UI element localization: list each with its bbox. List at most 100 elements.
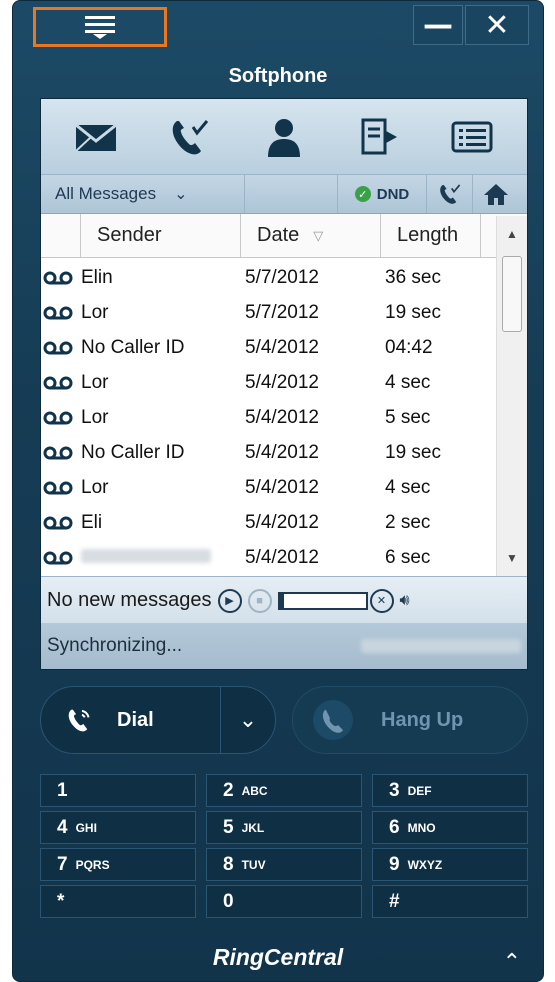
voicemail-icon: [41, 481, 81, 495]
column-header-date[interactable]: Date ▽: [241, 214, 381, 257]
keypad-key-9[interactable]: 9 WXYZ: [372, 848, 528, 881]
sync-status-text: Synchronizing...: [47, 635, 183, 656]
redacted-sender: [81, 548, 211, 563]
column-header-sender[interactable]: Sender: [81, 214, 241, 257]
main-menu-button[interactable]: [33, 7, 167, 47]
table-row[interactable]: Eli 5/4/2012 2 sec: [41, 505, 496, 540]
key-digit: 0: [223, 890, 234, 912]
keypad-key-5[interactable]: 5 JKL: [206, 811, 362, 844]
row-length: 36 sec: [385, 266, 441, 288]
key-digit: 5: [223, 816, 234, 838]
dial-options-button[interactable]: ⌄: [221, 687, 275, 753]
dnd-toggle[interactable]: ✓ DND: [337, 175, 427, 213]
row-length: 4 sec: [385, 371, 431, 393]
key-digit: 7: [57, 853, 68, 875]
forward-tool-button[interactable]: [350, 109, 406, 165]
table-row[interactable]: No Caller ID 5/4/2012 19 sec: [41, 435, 496, 470]
table-row[interactable]: No Caller ID 5/4/2012 04:42: [41, 330, 496, 365]
play-icon[interactable]: ▶: [217, 588, 242, 613]
keypad-key-4[interactable]: 4 GHI: [40, 811, 196, 844]
keypad-key-7[interactable]: 7 PQRS: [40, 848, 196, 881]
row-date: 5/4/2012: [245, 406, 319, 428]
key-digit: 8: [223, 853, 234, 875]
row-length: 6 sec: [385, 546, 431, 568]
row-sender: Elin: [81, 266, 113, 288]
row-sender: No Caller ID: [81, 441, 185, 463]
key-digit: 6: [389, 816, 400, 838]
row-sender: [81, 547, 241, 569]
voicemail-player: No new messages ▶ ■ ✕ 🔊︎: [41, 576, 527, 624]
scroll-up-icon[interactable]: ▲: [497, 220, 527, 248]
row-date: 5/4/2012: [245, 371, 319, 393]
call-log-tool-button[interactable]: [162, 109, 218, 165]
list-icon: [451, 121, 493, 152]
stop-icon[interactable]: ■: [247, 588, 272, 613]
row-date: 5/4/2012: [245, 336, 319, 358]
scroll-thumb[interactable]: [502, 256, 522, 332]
vertical-scrollbar[interactable]: ▲ ▼: [496, 216, 527, 576]
voicemail-icon: [41, 341, 81, 355]
keypad-key-star[interactable]: *: [40, 885, 196, 918]
minimize-icon: —: [423, 7, 453, 43]
row-length: 5 sec: [385, 406, 431, 428]
window-title: Softphone: [228, 65, 328, 87]
key-letters: GHI: [75, 820, 97, 835]
list-tool-button[interactable]: [444, 109, 500, 165]
keypad-key-hash[interactable]: #: [372, 885, 528, 918]
column-header-length[interactable]: Length: [381, 214, 481, 257]
brand-logo: RingCentral: [212, 944, 344, 970]
messages-tool-button[interactable]: [68, 109, 124, 165]
table-row[interactable]: 5/4/2012 6 sec: [41, 540, 496, 575]
keypad-key-1[interactable]: 1: [40, 774, 196, 807]
delete-icon[interactable]: ✕: [369, 588, 394, 613]
envelope-icon: [75, 123, 117, 152]
table-row[interactable]: Lor 5/4/2012 4 sec: [41, 470, 496, 505]
minimize-button[interactable]: —: [413, 5, 463, 45]
table-header: Sender Date ▽ Length: [41, 214, 527, 258]
scroll-down-icon[interactable]: ▼: [497, 544, 527, 572]
voicemail-icon: [41, 446, 81, 460]
row-date: 5/4/2012: [245, 476, 319, 498]
document-forward-icon: [361, 118, 397, 154]
table-row[interactable]: Lor 5/4/2012 5 sec: [41, 400, 496, 435]
volume-icon[interactable]: 🔊︎: [400, 592, 410, 610]
hang-up-icon: [313, 700, 353, 740]
voicemail-icon: [41, 516, 81, 530]
dial-control: Dial ⌄: [40, 686, 276, 754]
keypad-key-8[interactable]: 8 TUV: [206, 848, 362, 881]
key-digit: 4: [57, 816, 68, 838]
message-filter-dropdown[interactable]: All Messages ⌄: [41, 175, 245, 213]
keypad-key-3[interactable]: 3 DEF: [372, 774, 528, 807]
voicemail-icon: [41, 411, 81, 425]
window-controls: — ✕: [413, 5, 529, 45]
row-date: 5/4/2012: [245, 546, 319, 568]
row-sender: Eli: [81, 511, 103, 533]
call-forwarding-button[interactable]: [427, 175, 473, 213]
row-sender: Lor: [81, 371, 109, 393]
playback-progress-bar[interactable]: [277, 591, 368, 610]
home-button[interactable]: [473, 175, 519, 213]
keypad-key-0[interactable]: 0: [206, 885, 362, 918]
dial-button[interactable]: Dial: [41, 687, 221, 753]
key-letters: ABC: [241, 783, 268, 798]
row-length: 2 sec: [385, 511, 431, 533]
key-digit: #: [389, 890, 400, 912]
table-row[interactable]: Lor 5/4/2012 4 sec: [41, 365, 496, 400]
phone-icon: [68, 709, 90, 732]
row-length: 4 sec: [385, 476, 431, 498]
row-length: 04:42: [385, 336, 433, 358]
filter-selected-label: All Messages: [55, 184, 157, 203]
chevron-up-icon[interactable]: ⌃: [503, 949, 521, 975]
close-button[interactable]: ✕: [465, 5, 529, 45]
main-toolbar: [41, 99, 527, 174]
contacts-tool-button[interactable]: [256, 109, 312, 165]
table-row[interactable]: Lor 5/7/2012 19 sec: [41, 295, 496, 330]
table-row[interactable]: Elin 5/7/2012 36 sec: [41, 260, 496, 295]
hang-up-button[interactable]: Hang Up: [292, 686, 528, 754]
keypad-key-6[interactable]: 6 MNO: [372, 811, 528, 844]
key-digit: 3: [389, 779, 400, 801]
row-sender: Lor: [81, 476, 109, 498]
keypad-key-2[interactable]: 2 ABC: [206, 774, 362, 807]
chevron-down-icon: ⌄: [174, 186, 188, 203]
row-sender: Lor: [81, 406, 109, 428]
